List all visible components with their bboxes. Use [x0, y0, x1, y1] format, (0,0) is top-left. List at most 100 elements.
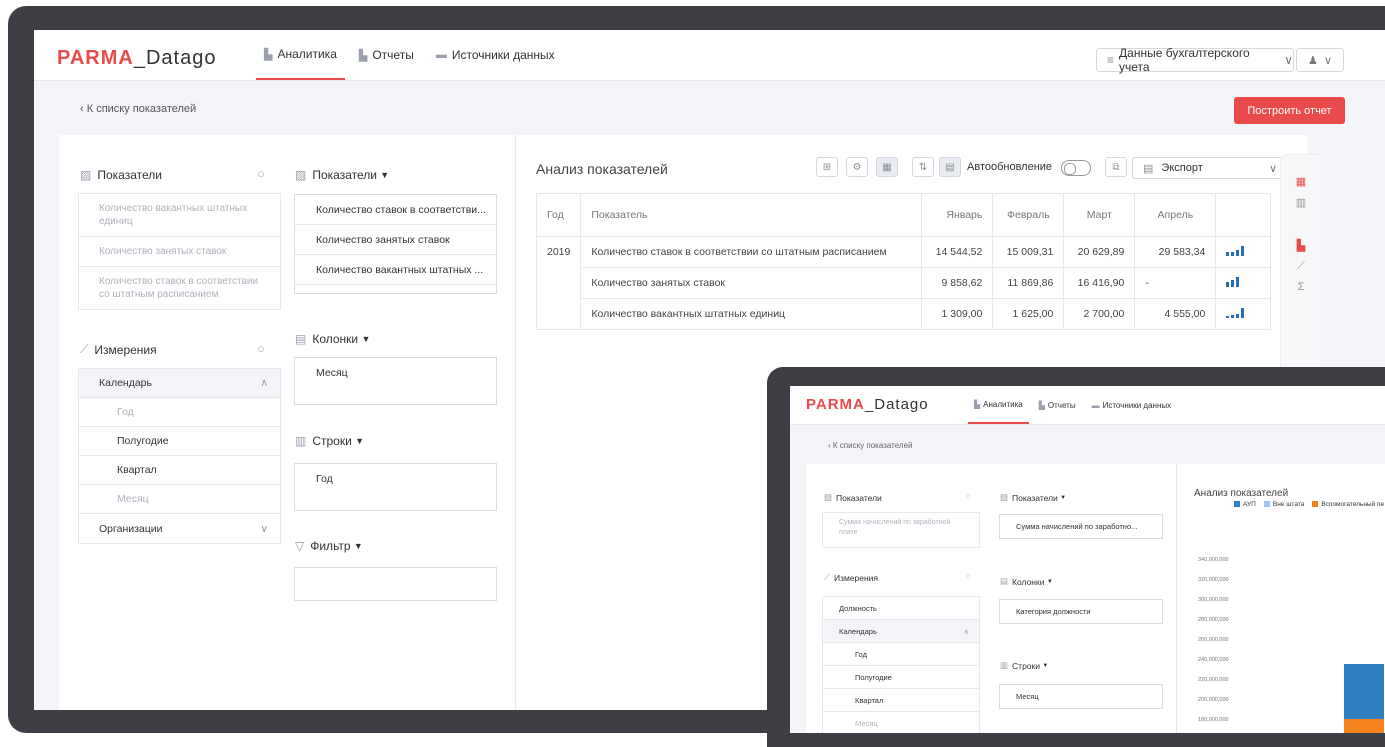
list-item[interactable]: Количество занятых ставок — [79, 237, 280, 267]
export-select[interactable]: ▤ Экспорт ∨ — [1132, 157, 1288, 179]
chart-title: Анализ показателей — [1194, 488, 1289, 499]
bar-chart-icon[interactable]: ▙ — [1281, 239, 1321, 252]
selected-indicator-item[interactable]: Количество вакантных штатных ... — [295, 255, 496, 285]
col-header[interactable]: Март — [1063, 193, 1136, 237]
table-view-icon[interactable]: ▦ — [1281, 175, 1321, 188]
nav-tab-sources[interactable]: ▬ Источники данных — [428, 30, 563, 80]
nav-tab-reports[interactable]: ▙ Отчеты — [1033, 386, 1082, 424]
table-settings-icon[interactable]: ▤ — [939, 157, 961, 177]
chevron-left-icon: ‹ — [828, 441, 831, 450]
back-link[interactable]: ‹ К списку показателей — [828, 441, 913, 450]
table-row[interactable]: Количество вакантных штатных единиц 1 30… — [537, 298, 1272, 330]
settings-icon[interactable]: ⚙ — [846, 157, 868, 177]
dimension-year[interactable]: Год — [823, 643, 979, 666]
selected-indicator-item[interactable]: Количество занятых ставок — [295, 225, 496, 255]
rows-dropzone[interactable]: Год — [294, 463, 497, 511]
database-icon: ≡ — [1107, 53, 1115, 67]
selected-indicators-header[interactable]: ▨ Показатели ▼ — [1000, 492, 1066, 503]
dimensions-list: Должность Календарь ∧ Год Полугодие Кварт… — [822, 596, 980, 733]
list-item[interactable]: Количество вакантных штатных единиц — [79, 194, 280, 237]
view-sidebar: ▦ ▥ ▙ ⟋ Σ — [1280, 154, 1322, 376]
chart-bar-segment[interactable] — [1344, 719, 1384, 733]
chart-icon: ▙ — [264, 48, 273, 61]
export-icon: ▤ — [1143, 162, 1154, 175]
legend-swatch — [1312, 501, 1319, 508]
filter-header[interactable]: ▽ Фильтр ▼ — [295, 539, 363, 553]
rows-dropzone[interactable]: Месяц — [999, 684, 1163, 709]
dimension-calendar[interactable]: Календарь ∧ — [823, 620, 979, 643]
back-link[interactable]: ‹ К списку показателей — [80, 103, 196, 115]
selected-indicators-header[interactable]: ▨ Показатели ▼ — [295, 168, 389, 182]
columns-dropzone[interactable]: Категория должности — [999, 599, 1163, 624]
user-menu-button[interactable]: ♟ ∨ — [1296, 48, 1344, 72]
row-item[interactable]: Год — [295, 464, 496, 494]
list-item[interactable]: Сумма начислений по заработной плате — [823, 513, 979, 543]
columns-dropzone[interactable]: Месяц — [294, 357, 497, 405]
list-item[interactable]: Количество ставок в соответствии со штат… — [79, 267, 280, 309]
legend-item[interactable]: Вспомогательный пе — [1312, 501, 1384, 508]
nav-tab-analytics[interactable]: ▙ Аналитика — [256, 30, 345, 80]
rows-header[interactable]: ▥ Строки ▼ — [1000, 660, 1048, 671]
build-report-button[interactable]: Построить отчет — [1234, 97, 1345, 124]
dimension-calendar[interactable]: Календарь ∧ — [79, 369, 280, 398]
auto-update-toggle[interactable] — [1061, 160, 1091, 176]
y-tick-label: 300,000,000 — [1198, 597, 1229, 603]
nav-tab-sources[interactable]: ▬ Источники данных — [1086, 386, 1178, 424]
legend-swatch — [1234, 501, 1240, 508]
second-workspace-panel: ▨ Показатели ○ Сумма начислений по зарабо… — [806, 464, 1385, 733]
second-logo[interactable]: PARMA_Datago — [806, 396, 929, 413]
value-cell: - — [1134, 267, 1217, 299]
sum-icon[interactable]: Σ — [1281, 281, 1321, 293]
nav-tab-reports[interactable]: ▙ Отчеты — [351, 30, 422, 80]
expand-icon[interactable]: ⊞ — [816, 157, 838, 177]
chevron-down-icon: ∨ — [1268, 162, 1277, 175]
search-icon[interactable]: ○ — [966, 571, 971, 581]
data-source-select[interactable]: ≡ Данные бухгалтерского учета ∨ — [1096, 46, 1294, 74]
dimension-year[interactable]: Год — [79, 398, 280, 427]
col-header[interactable]: Январь — [921, 193, 994, 237]
value-cell: 1 309,00 — [921, 298, 994, 330]
dimension-month[interactable]: Месяц — [823, 712, 979, 733]
value-cell: 15 009,31 — [992, 236, 1065, 268]
value-cell: 2 700,00 — [1063, 298, 1136, 330]
dimension-half-year[interactable]: Полугодие — [823, 666, 979, 689]
dimension-quarter[interactable]: Квартал — [79, 456, 280, 485]
auto-update-label: Автообновление — [967, 161, 1053, 173]
line-chart-icon[interactable]: ⟋ — [1281, 260, 1321, 273]
column-item[interactable]: Месяц — [295, 358, 496, 388]
dimension-month[interactable]: Месяц — [79, 485, 280, 514]
value-cell: 20 629,89 — [1063, 236, 1136, 268]
nav-tab-analytics[interactable]: ▙ Аналитика — [968, 386, 1029, 424]
caret-down-icon: ▼ — [1046, 578, 1053, 585]
rows-header[interactable]: ▥ Строки ▼ — [295, 434, 364, 448]
col-header[interactable]: Показатель — [580, 193, 923, 237]
dimension-quarter[interactable]: Квартал — [823, 689, 979, 712]
selected-indicator-item[interactable]: Количество ставок в соответстви... — [295, 195, 496, 225]
table-row[interactable]: 2019 Количество ставок в соответствии со… — [535, 236, 1272, 330]
legend-item[interactable]: АУП — [1234, 501, 1256, 508]
legend-item[interactable]: Вне штата — [1263, 501, 1304, 508]
col-header[interactable]: Февраль — [992, 193, 1065, 237]
dimension-half-year[interactable]: Полугодие — [79, 427, 280, 456]
search-icon[interactable]: ○ — [966, 491, 971, 501]
indicators-dropzone[interactable]: Количество ставок в соответстви... Колич… — [294, 194, 497, 294]
col-header[interactable]: Апрель — [1134, 193, 1217, 237]
logo-part1: PARMA — [57, 47, 134, 69]
top-bar: PARMA_Datago ▙ Аналитика ▙ Отчеты ▬ Источни… — [34, 30, 1385, 81]
search-icon[interactable]: ○ — [257, 166, 265, 181]
column-chart-icon[interactable]: ▥ — [1281, 196, 1321, 209]
transpose-icon[interactable]: ⇅ — [912, 157, 934, 177]
columns-header[interactable]: ▤ Колонки ▼ — [1000, 576, 1053, 587]
dimension-organizations[interactable]: Организации ∨ — [79, 514, 280, 543]
table-row[interactable]: Количество занятых ставок 9 858,62 11 86… — [537, 267, 1272, 299]
logo[interactable]: PARMA_Datago — [57, 47, 216, 70]
col-header[interactable]: Год — [535, 193, 582, 237]
user-icon: ♟ — [1307, 54, 1318, 67]
dimension-position[interactable]: Должность — [823, 597, 979, 620]
copy-icon[interactable]: ⧉ — [1105, 157, 1127, 177]
columns-header[interactable]: ▤ Колонки ▼ — [295, 332, 370, 346]
filter-dropzone[interactable] — [294, 567, 497, 601]
table-clear-icon[interactable]: ▦ — [876, 157, 898, 177]
search-icon[interactable]: ○ — [257, 341, 265, 356]
indicators-dropzone[interactable]: Сумма начислений по заработно... — [999, 514, 1163, 539]
